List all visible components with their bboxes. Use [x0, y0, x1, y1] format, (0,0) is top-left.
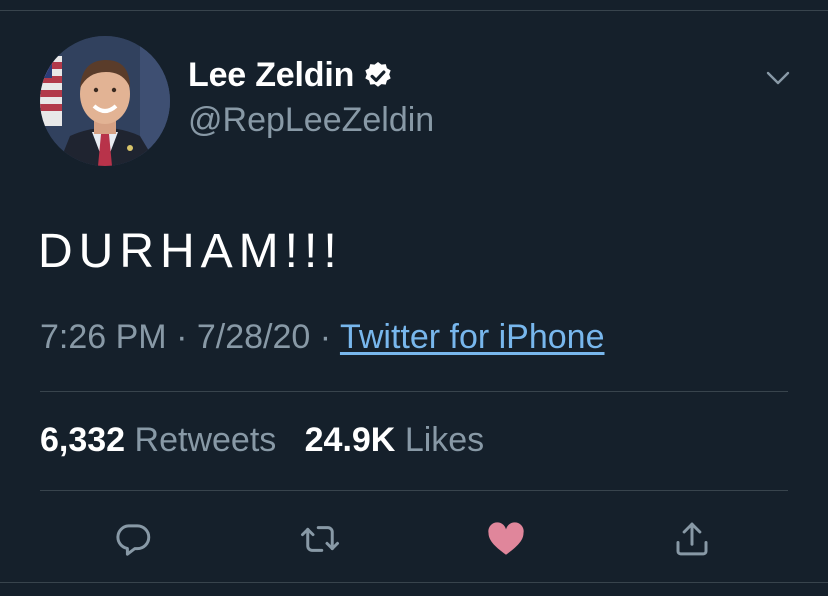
retweets-label: Retweets	[134, 421, 277, 459]
author-name[interactable]: Lee Zeldin	[188, 56, 354, 95]
top-divider	[0, 10, 828, 11]
tweet-meta: 7:26 PM · 7/28/20 · Twitter for iPhone	[40, 318, 605, 357]
bottom-divider	[0, 582, 828, 583]
divider	[40, 490, 788, 491]
avatar[interactable]	[40, 36, 170, 166]
retweet-icon[interactable]	[299, 518, 341, 560]
divider	[40, 391, 788, 392]
retweets-count: 6,332	[40, 421, 126, 459]
tweet-date: 7/28/20	[196, 318, 311, 356]
tweet-source-link[interactable]: Twitter for iPhone	[340, 318, 605, 356]
meta-separator: ·	[176, 318, 188, 356]
reply-icon[interactable]	[112, 518, 154, 560]
tweet-view: Lee Zeldin @RepLeeZeldin DURHAM!!! 7:26 …	[0, 0, 828, 596]
likes-count: 24.9K	[304, 421, 396, 459]
share-icon[interactable]	[671, 518, 713, 560]
like-icon[interactable]	[485, 518, 527, 560]
retweets-stat[interactable]: 6,332 Retweets	[40, 421, 276, 459]
meta-separator: ·	[319, 318, 332, 356]
chevron-down-icon[interactable]	[764, 64, 792, 92]
author-name-row[interactable]: Lee Zeldin	[188, 56, 394, 95]
likes-label: Likes	[404, 421, 485, 459]
author-handle[interactable]: @RepLeeZeldin	[188, 101, 434, 140]
tweet-text: DURHAM!!!	[38, 225, 343, 278]
likes-stat[interactable]: 24.9K Likes	[305, 421, 485, 459]
tweet-stats: 6,332 Retweets 24.9K Likes	[40, 421, 484, 460]
tweet-time: 7:26 PM	[40, 318, 167, 356]
verified-badge-icon	[362, 60, 394, 92]
